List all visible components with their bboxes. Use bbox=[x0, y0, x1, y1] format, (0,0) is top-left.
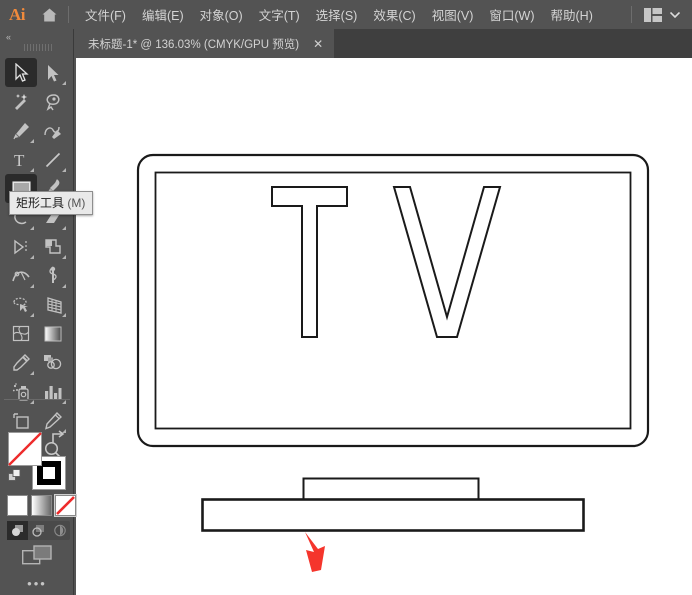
chevron-down-icon[interactable] bbox=[670, 10, 680, 20]
selection-tool[interactable] bbox=[5, 58, 37, 87]
flyout-indicator-icon[interactable] bbox=[30, 226, 34, 230]
draw-mode-group bbox=[7, 521, 70, 540]
tv-outer-frame[interactable] bbox=[138, 155, 648, 446]
tool-row bbox=[5, 232, 69, 261]
menu-window[interactable]: 窗口(W) bbox=[481, 1, 542, 28]
tool-row bbox=[5, 116, 69, 145]
menu-select[interactable]: 选择(S) bbox=[308, 1, 366, 28]
change-screen-mode-icon[interactable] bbox=[22, 545, 52, 572]
rotate-tool[interactable] bbox=[5, 232, 37, 261]
flyout-indicator-icon[interactable] bbox=[30, 400, 34, 404]
pen-tool[interactable] bbox=[5, 116, 37, 145]
svg-text:T: T bbox=[14, 151, 25, 168]
fill-stroke-indicator bbox=[8, 432, 70, 492]
tool-row bbox=[5, 261, 69, 290]
flyout-indicator-icon[interactable] bbox=[62, 226, 66, 230]
menu-divider-right bbox=[631, 6, 632, 23]
tool-tooltip: 矩形工具 (M) bbox=[9, 191, 93, 215]
column-graph-tool[interactable] bbox=[37, 377, 69, 406]
flyout-indicator-icon[interactable] bbox=[30, 371, 34, 375]
home-icon[interactable] bbox=[34, 0, 64, 29]
document-tab-label: 未标题-1* @ 136.03% (CMYK/GPU 预览) bbox=[88, 36, 299, 52]
panel-drag-handle[interactable] bbox=[24, 44, 52, 51]
color-mode-solid[interactable] bbox=[7, 495, 28, 516]
color-mode-none[interactable] bbox=[55, 495, 76, 516]
free-transform-tool[interactable] bbox=[37, 261, 69, 290]
menu-edit[interactable]: 编辑(E) bbox=[134, 1, 192, 28]
tv-stand-base[interactable] bbox=[203, 500, 584, 531]
tool-row bbox=[5, 348, 69, 377]
menu-help[interactable]: 帮助(H) bbox=[543, 1, 601, 28]
show-more-tools-button[interactable]: ••• bbox=[0, 576, 74, 591]
blend-tool[interactable] bbox=[37, 348, 69, 377]
no-fill-slash-icon bbox=[8, 432, 42, 466]
width-tool[interactable] bbox=[5, 261, 37, 290]
workspace-switcher-icon[interactable] bbox=[644, 8, 662, 22]
app-logo-icon: Ai bbox=[0, 0, 34, 29]
flyout-indicator-icon[interactable] bbox=[62, 284, 66, 288]
tool-row bbox=[5, 377, 69, 406]
draw-behind-mode[interactable] bbox=[28, 521, 49, 540]
toolbar-divider bbox=[4, 399, 70, 400]
tools-panel: « bbox=[0, 29, 74, 595]
flyout-indicator-icon[interactable] bbox=[62, 255, 66, 259]
artboard-canvas[interactable]: 软件自学网 WWW.RJZXW.COM bbox=[76, 58, 692, 595]
line-segment-tool[interactable] bbox=[37, 145, 69, 174]
flyout-indicator-icon[interactable] bbox=[62, 400, 66, 404]
curvature-tool[interactable] bbox=[37, 116, 69, 145]
tool-row bbox=[5, 290, 69, 319]
default-fill-stroke-icon[interactable] bbox=[8, 469, 22, 488]
menu-bar: Ai 文件(F) 编辑(E) 对象(O) 文字(T) 选择(S) 效果(C) 视… bbox=[0, 0, 692, 29]
tooltip-tool-label: 矩形工具 bbox=[16, 196, 64, 210]
tooltip-shortcut: (M) bbox=[67, 196, 85, 210]
flyout-indicator-icon[interactable] bbox=[30, 313, 34, 317]
gradient-tool[interactable] bbox=[37, 319, 69, 348]
flyout-indicator-icon[interactable] bbox=[30, 255, 34, 259]
tool-row bbox=[5, 87, 69, 116]
perspective-grid-tool[interactable] bbox=[37, 290, 69, 319]
scale-tool[interactable] bbox=[37, 232, 69, 261]
lasso-tool[interactable] bbox=[37, 87, 69, 116]
tv-stand-neck[interactable] bbox=[304, 479, 479, 502]
artboard-tool[interactable] bbox=[5, 406, 37, 435]
document-tab[interactable]: 未标题-1* @ 136.03% (CMYK/GPU 预览) ✕ bbox=[76, 29, 334, 58]
symbol-sprayer-tool[interactable] bbox=[5, 377, 37, 406]
tv-artwork[interactable] bbox=[76, 58, 692, 595]
menu-effect[interactable]: 效果(C) bbox=[365, 1, 423, 28]
eyedropper-tool[interactable] bbox=[5, 348, 37, 377]
document-tab-bar: 未标题-1* @ 136.03% (CMYK/GPU 预览) ✕ bbox=[76, 29, 692, 58]
magic-wand-tool[interactable] bbox=[5, 87, 37, 116]
tool-row: T bbox=[5, 145, 69, 174]
flyout-indicator-icon[interactable] bbox=[62, 168, 66, 172]
menu-divider bbox=[68, 6, 69, 23]
tool-row bbox=[5, 58, 69, 87]
color-mode-group bbox=[7, 495, 76, 516]
shape-builder-tool[interactable] bbox=[5, 290, 37, 319]
draw-normal-mode[interactable] bbox=[7, 521, 28, 540]
close-icon[interactable]: ✕ bbox=[313, 38, 323, 50]
collapse-panel-icon[interactable]: « bbox=[6, 32, 10, 42]
direct-selection-tool[interactable] bbox=[37, 58, 69, 87]
swap-fill-stroke-icon[interactable] bbox=[49, 430, 65, 450]
flyout-indicator-icon[interactable] bbox=[30, 168, 34, 172]
flyout-indicator-icon[interactable] bbox=[62, 81, 66, 85]
flyout-indicator-icon[interactable] bbox=[30, 284, 34, 288]
flyout-indicator-icon[interactable] bbox=[30, 139, 34, 143]
type-tool[interactable]: T bbox=[5, 145, 37, 174]
menubar-right-group bbox=[631, 0, 686, 29]
illustrator-window: Ai 文件(F) 编辑(E) 对象(O) 文字(T) 选择(S) 效果(C) 视… bbox=[0, 0, 692, 595]
flyout-indicator-icon[interactable] bbox=[62, 313, 66, 317]
color-mode-gradient[interactable] bbox=[31, 495, 52, 516]
mesh-tool[interactable] bbox=[5, 319, 37, 348]
menu-item-list: 文件(F) 编辑(E) 对象(O) 文字(T) 选择(S) 效果(C) 视图(V… bbox=[77, 1, 601, 28]
menu-type[interactable]: 文字(T) bbox=[251, 1, 308, 28]
tool-grid: T bbox=[5, 58, 69, 464]
menu-view[interactable]: 视图(V) bbox=[424, 1, 482, 28]
red-arrow-annotation bbox=[305, 532, 325, 572]
menu-object[interactable]: 对象(O) bbox=[192, 1, 251, 28]
draw-inside-mode[interactable] bbox=[49, 521, 70, 540]
fill-swatch[interactable] bbox=[8, 432, 42, 466]
tool-row bbox=[5, 319, 69, 348]
menu-file[interactable]: 文件(F) bbox=[77, 1, 134, 28]
